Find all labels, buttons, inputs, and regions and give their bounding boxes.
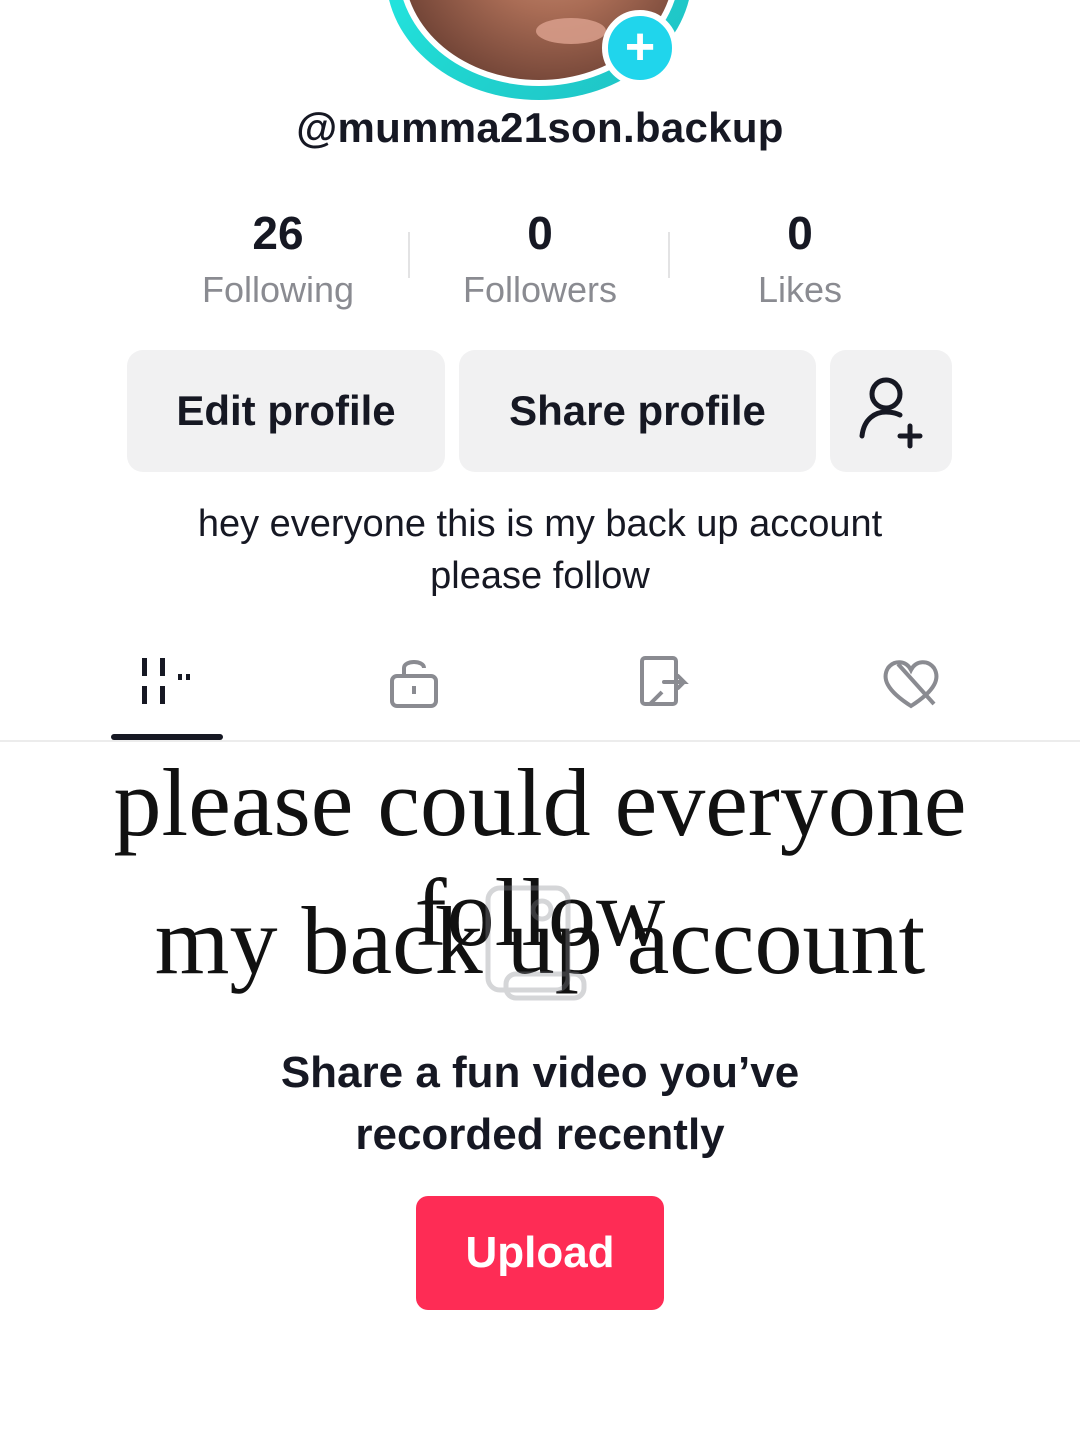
- locked-icon[interactable]: [380, 652, 450, 712]
- reposts-icon[interactable]: [632, 652, 702, 712]
- liked-hidden-icon[interactable]: [876, 652, 946, 712]
- stat-likes-count: 0: [787, 207, 813, 259]
- stat-followers-label: Followers: [462, 269, 618, 310]
- stat-likes-label: Likes: [757, 269, 843, 310]
- profile-bio: hey everyone this is my back up account …: [0, 498, 1080, 602]
- prompt-line-1: Share a fun video you’ve: [280, 1048, 800, 1097]
- add-person-icon: [859, 377, 923, 449]
- empty-state-prompt: Share a fun video you’ve recorded recent…: [0, 1042, 1080, 1166]
- stat-followers-count: 0: [527, 207, 553, 259]
- add-friends-button[interactable]: [830, 350, 952, 472]
- bio-line-2: please follow: [430, 555, 650, 597]
- stat-following[interactable]: 26 Following: [158, 206, 398, 312]
- stat-likes[interactable]: 0 Likes: [680, 206, 920, 312]
- stat-followers[interactable]: 0 Followers: [420, 206, 660, 312]
- phone-upload-icon: [485, 885, 587, 1001]
- bio-line-1: hey everyone this is my back up account: [197, 503, 883, 545]
- upload-button[interactable]: Upload: [416, 1196, 664, 1310]
- stat-following-count: 26: [252, 207, 304, 259]
- edit-profile-button[interactable]: Edit profile: [127, 350, 445, 472]
- share-profile-button[interactable]: Share profile: [459, 350, 816, 472]
- profile-username: @mumma21son.backup: [296, 104, 784, 151]
- avatar-photo-detail: [536, 18, 606, 44]
- stat-following-label: Following: [201, 269, 355, 310]
- prompt-line-2: recorded recently: [355, 1110, 725, 1159]
- stat-divider: [668, 232, 670, 278]
- videos-grid-icon[interactable]: [132, 652, 202, 712]
- tabs-divider: [0, 740, 1080, 742]
- add-story-plus-icon[interactable]: +: [602, 10, 678, 86]
- stat-divider: [408, 232, 410, 278]
